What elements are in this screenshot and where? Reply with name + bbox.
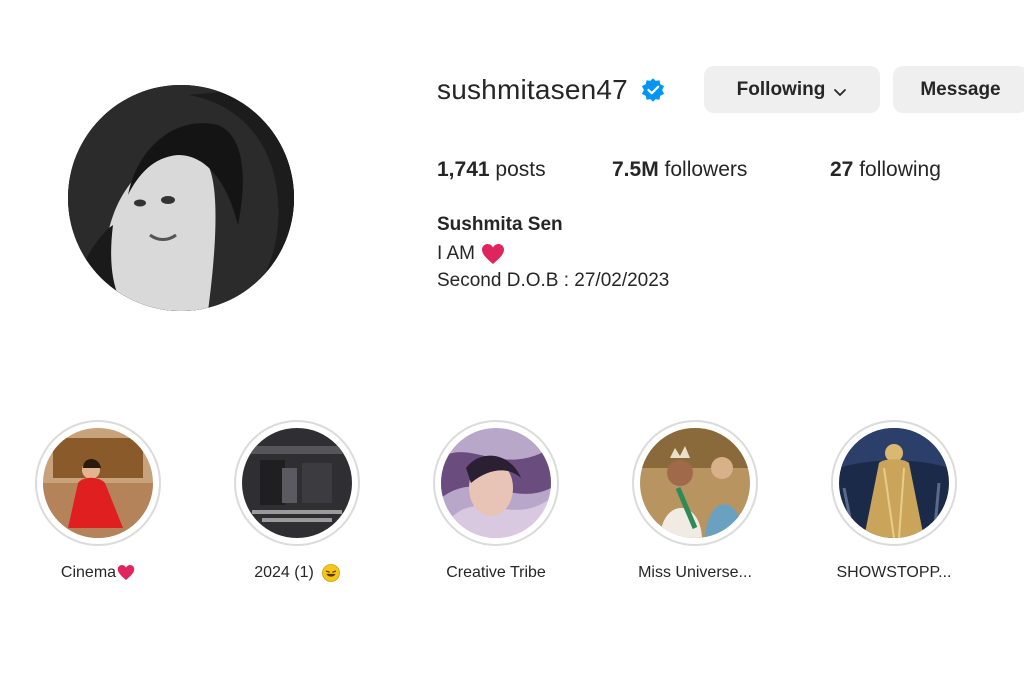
- bio-line-1-text: I AM: [437, 243, 476, 264]
- following-button-label: Following: [736, 78, 826, 100]
- highlight-label: SHOWSTOPP...: [831, 564, 957, 582]
- full-name: Sushmita Sen: [437, 214, 563, 235]
- red-heart-emoji-icon: [117, 564, 135, 582]
- highlight-label: 2024 (1): [234, 564, 360, 582]
- message-button-label: Message: [920, 78, 1001, 100]
- highlight-label-text: SHOWSTOPP...: [836, 564, 952, 581]
- followers-stat[interactable]: 7.5M followers: [612, 158, 747, 182]
- highlight-ring: [234, 420, 360, 546]
- highlight-cinema[interactable]: Cinema: [35, 420, 161, 582]
- highlight-label: Miss Universe...: [632, 564, 758, 582]
- bio-line-1: I AM: [437, 243, 505, 265]
- highlight-label: Creative Tribe: [433, 564, 559, 582]
- verified-badge-icon: [640, 77, 666, 103]
- following-button[interactable]: Following: [704, 66, 880, 113]
- highlight-cover-image: [441, 428, 551, 538]
- highlight-creative-tribe[interactable]: Creative Tribe: [433, 420, 559, 582]
- following-stat[interactable]: 27 following: [830, 158, 941, 182]
- highlight-miss-universe[interactable]: Miss Universe...: [632, 420, 758, 582]
- highlight-ring: [831, 420, 957, 546]
- following-count: 27: [830, 158, 854, 181]
- message-button[interactable]: Message: [893, 66, 1024, 113]
- highlight-cover-image: [839, 428, 949, 538]
- posts-count: 1,741: [437, 158, 490, 181]
- followers-label: followers: [664, 158, 748, 181]
- username-row: sushmitasen47: [437, 66, 666, 114]
- highlight-label-text: 2024 (1): [254, 564, 314, 581]
- red-heart-emoji-icon: [481, 243, 505, 265]
- highlight-label-text: Creative Tribe: [446, 564, 546, 581]
- highlight-label-text: Cinema: [60, 564, 117, 581]
- bio-line-2: Second D.O.B : 27/02/2023: [437, 270, 670, 291]
- highlight-label-text: Miss Universe...: [638, 564, 752, 581]
- chevron-down-icon: [833, 83, 847, 97]
- avatar-portrait-image: [68, 85, 294, 311]
- highlight-cover-image: [242, 428, 352, 538]
- laughing-emoji-icon: [321, 564, 340, 582]
- profile-avatar[interactable]: [68, 85, 294, 311]
- highlight-ring: [632, 420, 758, 546]
- highlight-2024[interactable]: 2024 (1): [234, 420, 360, 582]
- highlight-ring: [35, 420, 161, 546]
- highlight-cover-image: [640, 428, 750, 538]
- highlight-cover-image: [43, 428, 153, 538]
- following-label: following: [859, 158, 941, 181]
- username: sushmitasen47: [437, 74, 628, 105]
- posts-stat: 1,741 posts: [437, 158, 546, 182]
- followers-count: 7.5M: [612, 158, 659, 181]
- highlight-label: Cinema: [35, 564, 161, 582]
- highlight-ring: [433, 420, 559, 546]
- highlight-showstopper[interactable]: SHOWSTOPP...: [831, 420, 957, 582]
- posts-label: posts: [495, 158, 546, 181]
